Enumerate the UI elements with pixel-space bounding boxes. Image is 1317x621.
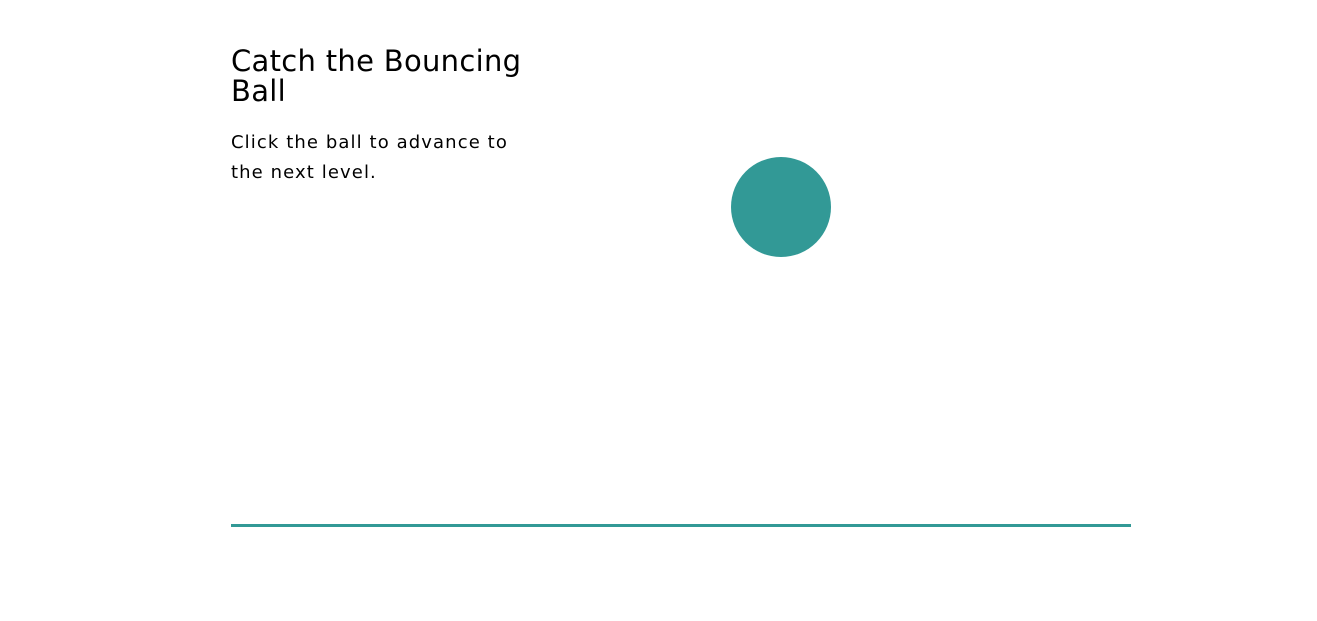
game-instructions: Click the ball to advance to the next le… [231, 132, 508, 183]
bouncing-ball[interactable] [731, 157, 831, 257]
game-title: Catch the Bouncing Ball [231, 44, 522, 108]
game-area: Catch the Bouncing Ball Click the ball t… [231, 0, 1131, 621]
floor-line [231, 524, 1131, 527]
